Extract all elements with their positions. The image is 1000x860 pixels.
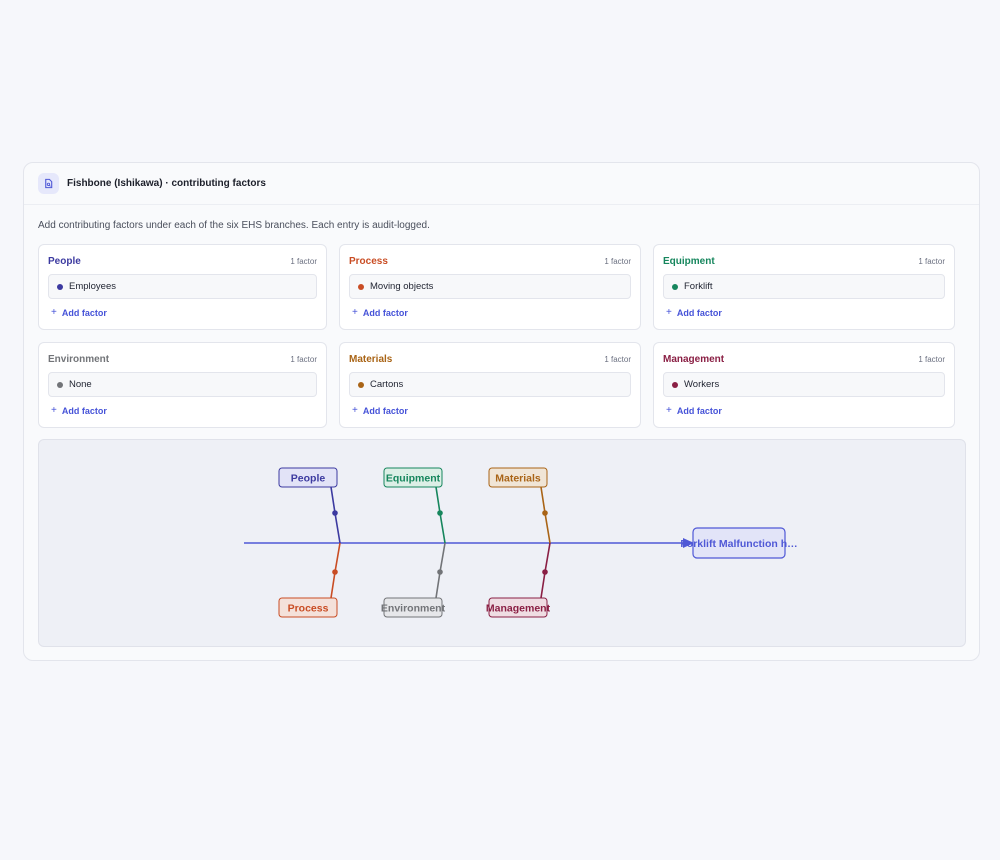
bullet-dot-icon <box>57 283 63 290</box>
factor-text: Workers <box>684 379 720 390</box>
diagram-label-text: People <box>291 473 326 485</box>
factor-text: Cartons <box>370 379 404 390</box>
diagram-label-equipment[interactable]: Equipment <box>383 467 443 488</box>
branch-count: 1 factor <box>290 355 317 364</box>
bullet-dot-icon <box>358 283 364 290</box>
factor-text: Moving objects <box>370 281 434 292</box>
branch-card-people: People 1 factor Employees + Add factor <box>38 244 327 330</box>
plus-icon: + <box>666 307 672 318</box>
diagram-label-people[interactable]: People <box>278 467 338 488</box>
fishbone-panel: Fishbone (Ishikawa) · contributing facto… <box>23 162 980 661</box>
factor-item[interactable]: Forklift <box>663 274 945 299</box>
add-factor-button[interactable]: + Add factor <box>663 307 945 318</box>
bullet-dot-icon <box>358 381 364 388</box>
plus-icon: + <box>352 307 358 318</box>
branch-count: 1 factor <box>918 257 945 266</box>
bone-node-management <box>542 569 548 575</box>
branch-card-management: Management 1 factor Workers + Add factor <box>653 342 955 428</box>
head-label-text: Forklift Malfunction h… <box>680 538 797 550</box>
bone-node-equipment <box>437 510 443 516</box>
diagram-label-materials[interactable]: Materials <box>488 467 548 488</box>
add-factor-button[interactable]: + Add factor <box>349 405 631 416</box>
branch-card-environment: Environment 1 factor None + Add factor <box>38 342 327 428</box>
diagram-label-management[interactable]: Management <box>486 597 551 618</box>
plus-icon: + <box>666 405 672 416</box>
factor-item[interactable]: Moving objects <box>349 274 631 299</box>
bone-node-materials <box>542 510 548 516</box>
add-factor-button[interactable]: + Add factor <box>48 307 317 318</box>
bullet-dot-icon <box>672 381 678 388</box>
branch-count: 1 factor <box>918 355 945 364</box>
branch-grid: People 1 factor Employees + Add factor P… <box>38 244 966 428</box>
diagram-label-process[interactable]: Process <box>278 597 338 618</box>
bone-node-process <box>332 569 338 575</box>
panel-title: Fishbone (Ishikawa) · contributing facto… <box>67 178 266 189</box>
add-factor-label: Add factor <box>61 307 107 318</box>
bone-node-people <box>332 510 338 516</box>
diagram-label-text: Materials <box>495 473 541 485</box>
fishbone-diagram: People Equipment Materials Process Envir… <box>38 439 966 647</box>
diagram-label-text: Equipment <box>386 473 441 485</box>
factor-item[interactable]: None <box>48 372 317 397</box>
diagram-label-text: Process <box>288 603 329 615</box>
bullet-dot-icon <box>672 283 678 290</box>
bullet-dot-icon <box>57 381 63 388</box>
factor-text: Forklift <box>684 281 713 292</box>
plus-icon: + <box>51 307 57 318</box>
add-factor-label: Add factor <box>676 307 722 318</box>
factor-text: Employees <box>69 281 116 292</box>
factor-text: None <box>69 379 92 390</box>
bone-node-environment <box>437 569 443 575</box>
diagram-label-environment[interactable]: Environment <box>381 597 446 618</box>
branch-name: Process <box>349 256 388 267</box>
plus-icon: + <box>352 405 358 416</box>
add-factor-label: Add factor <box>676 405 722 416</box>
branch-count: 1 factor <box>604 257 631 266</box>
add-factor-button[interactable]: + Add factor <box>48 405 317 416</box>
diagram-label-text: Management <box>486 603 551 615</box>
add-factor-label: Add factor <box>61 405 107 416</box>
factor-item[interactable]: Workers <box>663 372 945 397</box>
branch-name: Equipment <box>663 256 715 267</box>
branch-card-materials: Materials 1 factor Cartons + Add factor <box>339 342 641 428</box>
branch-name: Management <box>663 354 725 365</box>
fishbone-head[interactable]: Forklift Malfunction h… <box>680 527 798 559</box>
branch-card-equipment: Equipment 1 factor Forklift + Add factor <box>653 244 955 330</box>
add-factor-button[interactable]: + Add factor <box>349 307 631 318</box>
branch-name: Materials <box>349 354 393 365</box>
branch-name: Environment <box>48 354 110 365</box>
add-factor-label: Add factor <box>362 307 408 318</box>
diagram-label-text: Environment <box>381 603 446 615</box>
branch-card-process: Process 1 factor Moving objects + Add fa… <box>339 244 641 330</box>
add-factor-label: Add factor <box>362 405 408 416</box>
branch-count: 1 factor <box>604 355 631 364</box>
plus-icon: + <box>51 405 57 416</box>
document-icon <box>38 173 59 194</box>
instructions-text: Add contributing factors under each of t… <box>38 220 430 231</box>
fishbone-svg: People Equipment Materials Process Envir… <box>244 467 798 618</box>
add-factor-button[interactable]: + Add factor <box>663 405 945 416</box>
branch-count: 1 factor <box>290 257 317 266</box>
factor-item[interactable]: Cartons <box>349 372 631 397</box>
branch-name: People <box>48 256 81 267</box>
panel-header: Fishbone (Ishikawa) · contributing facto… <box>24 163 979 205</box>
factor-item[interactable]: Employees <box>48 274 317 299</box>
